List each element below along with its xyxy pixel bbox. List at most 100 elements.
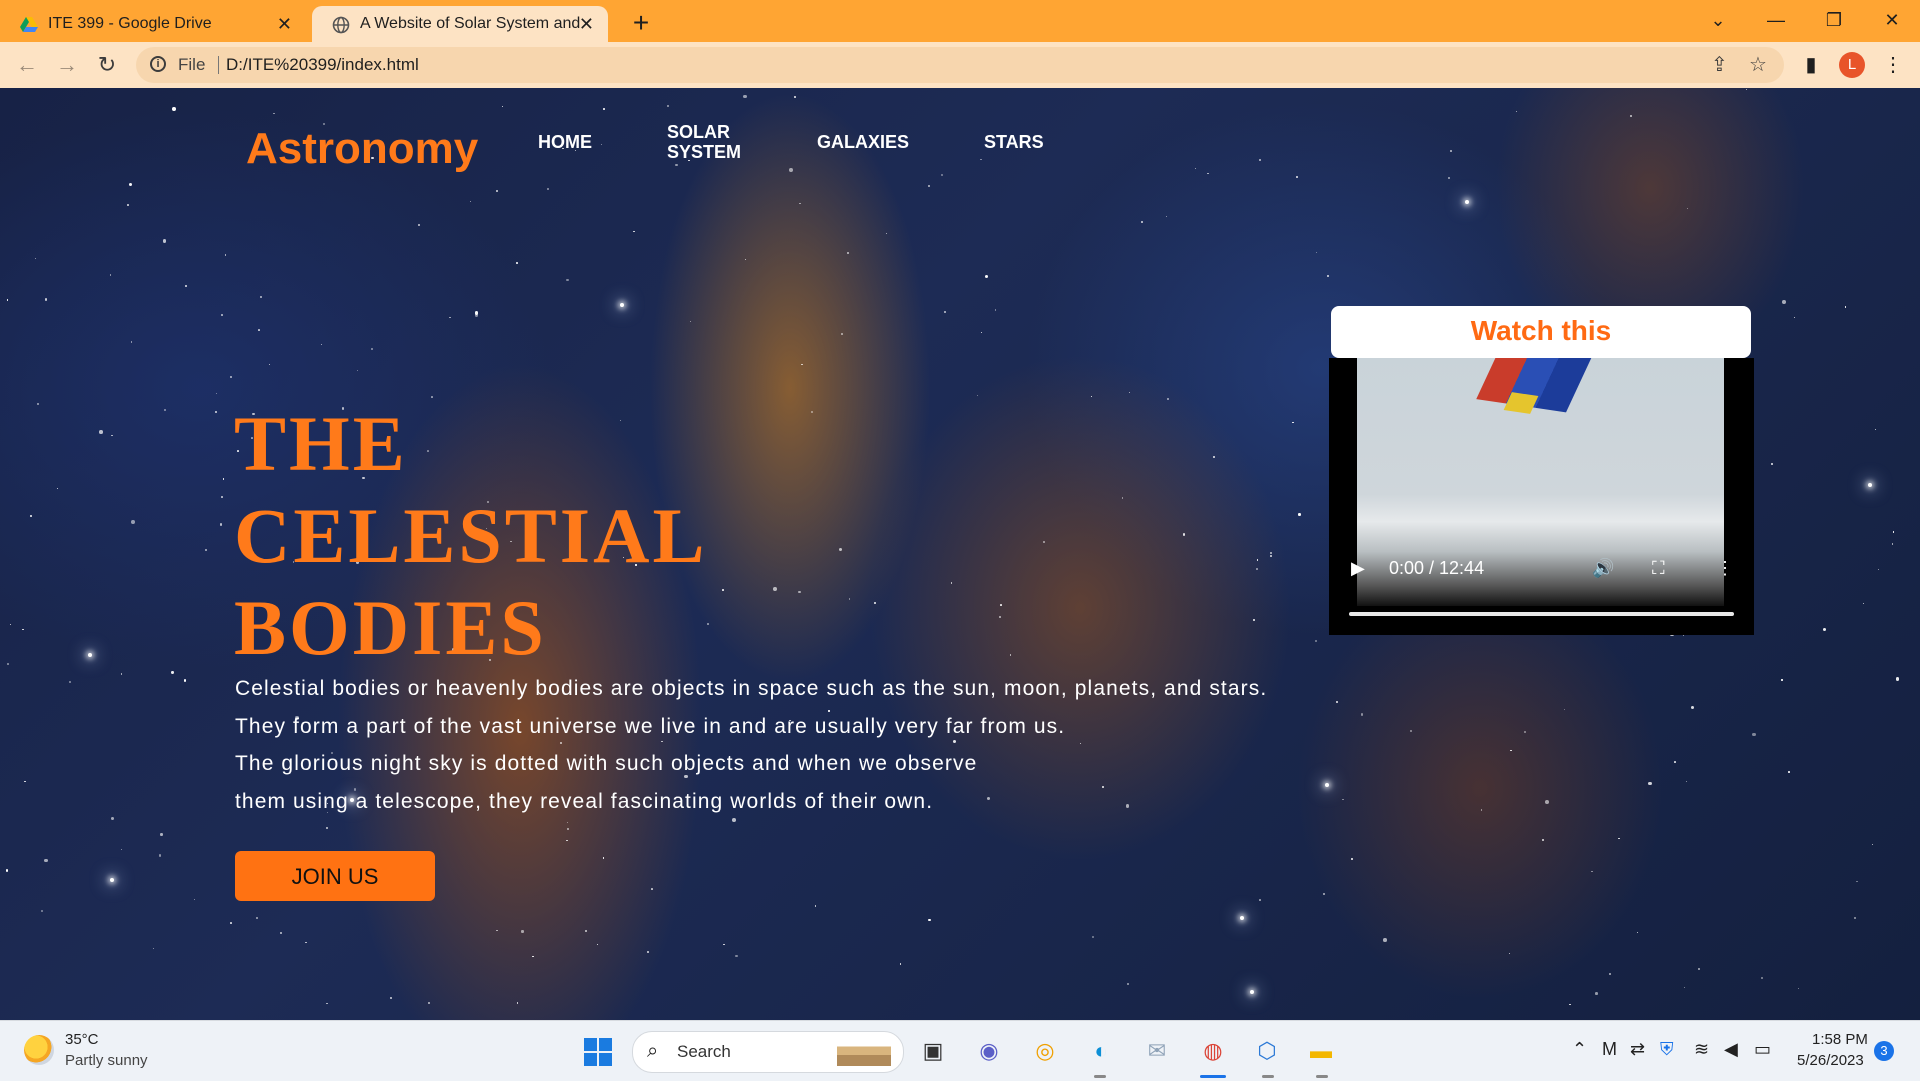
star-dot (1637, 931, 1639, 933)
star-dot (1674, 761, 1676, 763)
star-dot (1871, 843, 1874, 846)
tab-title: A Website of Solar System and ot (360, 15, 580, 32)
star-dot (675, 163, 678, 167)
speaker-icon[interactable]: ◀ (1724, 1039, 1738, 1060)
wifi-icon[interactable]: ≋ (1694, 1039, 1709, 1060)
clock-date[interactable]: 5/26/2023 (1797, 1052, 1864, 1069)
battery-icon[interactable]: ▭ (1754, 1039, 1771, 1060)
task-view-icon[interactable]: ▣ (918, 1036, 948, 1066)
chrome-icon[interactable]: ◍ (1198, 1036, 1228, 1066)
star-dot (1874, 428, 1876, 431)
star-dot (1257, 559, 1259, 561)
volume-icon[interactable]: 🔊 (1592, 558, 1614, 578)
menu-kebab-icon[interactable]: ⋮ (1880, 50, 1906, 80)
new-tab-button[interactable]: + (624, 6, 658, 40)
nav-solar-system[interactable]: SOLAR SYSTEM (667, 122, 757, 162)
star-dot (1684, 986, 1686, 989)
clock-time[interactable]: 1:58 PM (1812, 1031, 1868, 1048)
mail-icon[interactable]: ✉ (1142, 1036, 1172, 1066)
star-dot (120, 673, 123, 675)
norton-icon[interactable]: ◎ (1030, 1036, 1060, 1066)
star-dot (566, 821, 569, 823)
star-dot (1166, 215, 1168, 217)
star-dot (1256, 568, 1259, 570)
teams-chat-icon[interactable]: ◉ (974, 1036, 1004, 1066)
star-dot (1629, 114, 1632, 117)
star-dot (501, 105, 504, 108)
security-tray-icon[interactable]: ⛨ (1660, 1039, 1674, 1060)
star-dot (794, 95, 796, 98)
tab-google-drive[interactable]: ITE 399 - Google Drive ✕ (0, 6, 306, 42)
tray-chevron-icon[interactable]: ⌃ (1572, 1039, 1587, 1060)
star-dot (305, 942, 307, 944)
video-progress-bar[interactable] (1349, 612, 1734, 616)
nav-solar-line2: SYSTEM (667, 142, 742, 162)
bright-star (110, 878, 114, 882)
windows-start-icon[interactable] (584, 1038, 612, 1066)
weather-icon[interactable] (24, 1035, 54, 1065)
join-us-button[interactable]: JOIN US (235, 851, 435, 901)
star-dot (1823, 627, 1827, 631)
star-dot (927, 184, 930, 187)
info-icon[interactable]: i (150, 56, 166, 72)
package-icon[interactable]: ⬡ (1252, 1036, 1282, 1066)
play-icon[interactable]: ▶ (1351, 558, 1365, 578)
tab-search-icon[interactable]: ⌄ (1690, 0, 1746, 42)
star-dot (735, 954, 738, 958)
star-dot (1270, 554, 1272, 557)
star-dot (521, 930, 524, 933)
close-icon[interactable]: ✕ (579, 6, 594, 42)
search-icon: ⌕ (647, 1040, 659, 1062)
close-window-icon[interactable]: ✕ (1864, 0, 1920, 42)
star-dot (1360, 713, 1364, 717)
minimize-icon[interactable]: — (1748, 0, 1804, 42)
star-dot (371, 347, 374, 351)
hero-text-line: The glorious night sky is dotted with su… (235, 752, 978, 775)
back-arrow-icon[interactable]: ← (12, 50, 42, 80)
url-text[interactable]: D:/ITE%20399/index.html (226, 47, 419, 83)
star-dot (162, 239, 167, 243)
star-dot (272, 112, 275, 115)
site-logo[interactable]: Astronomy (246, 124, 478, 174)
profile-avatar[interactable]: L (1839, 52, 1865, 78)
forward-arrow-icon[interactable]: → (52, 50, 82, 80)
sync-tray-icon[interactable]: ⇄ (1630, 1039, 1645, 1060)
taskbar-search[interactable]: ⌕ Search (632, 1031, 904, 1073)
bookmark-star-icon[interactable]: ☆ (1749, 47, 1767, 83)
hero-title: THE CELESTIAL BODIES (234, 398, 834, 674)
star-dot (29, 514, 33, 518)
nav-stars[interactable]: STARS (984, 132, 1044, 152)
address-bar[interactable]: i File D:/ITE%20399/index.html ⇪ ☆ (136, 47, 1784, 83)
star-dot (651, 888, 654, 891)
weather-temp[interactable]: 35°C (65, 1031, 99, 1048)
star-dot (814, 905, 817, 907)
bright-star (88, 653, 92, 657)
nav-galaxies[interactable]: GALAXIES (817, 132, 909, 152)
watch-this-header: Watch this (1331, 306, 1751, 358)
star-dot (1410, 729, 1413, 732)
share-icon[interactable]: ⇪ (1711, 47, 1728, 83)
star-dot (516, 1002, 518, 1004)
restore-icon[interactable]: ❐ (1806, 0, 1862, 42)
video-player[interactable]: ▶ 0:00 / 12:44 🔊 ⛶ ⋮ (1329, 358, 1754, 635)
hero-text-line: They form a part of the vast universe we… (235, 714, 1066, 738)
tab-solar-system[interactable]: A Website of Solar System and ot ✕ (312, 6, 608, 42)
video-menu-icon[interactable]: ⋮ (1716, 558, 1734, 578)
close-icon[interactable]: ✕ (277, 6, 292, 42)
star-dot (1793, 317, 1795, 319)
edge-icon[interactable]: ◐ (1086, 1036, 1116, 1066)
star-dot (516, 262, 519, 265)
file-explorer-icon[interactable]: ▬ (1306, 1036, 1336, 1066)
gmail-tray-icon[interactable]: M (1602, 1039, 1617, 1060)
weather-desc[interactable]: Partly sunny (65, 1052, 148, 1069)
side-panel-icon[interactable]: ▮ (1798, 50, 1824, 80)
nav-home[interactable]: HOME (538, 132, 592, 152)
star-dot (841, 333, 843, 335)
star-dot (225, 254, 227, 256)
fullscreen-icon[interactable]: ⛶ (1652, 558, 1665, 578)
notification-badge[interactable]: 3 (1874, 1041, 1894, 1061)
star-dot (260, 295, 263, 298)
hero-text-line: Celestial bodies or heavenly bodies are … (235, 677, 1268, 700)
reload-icon[interactable]: ↻ (92, 50, 122, 80)
search-label: Search (677, 1042, 731, 1061)
